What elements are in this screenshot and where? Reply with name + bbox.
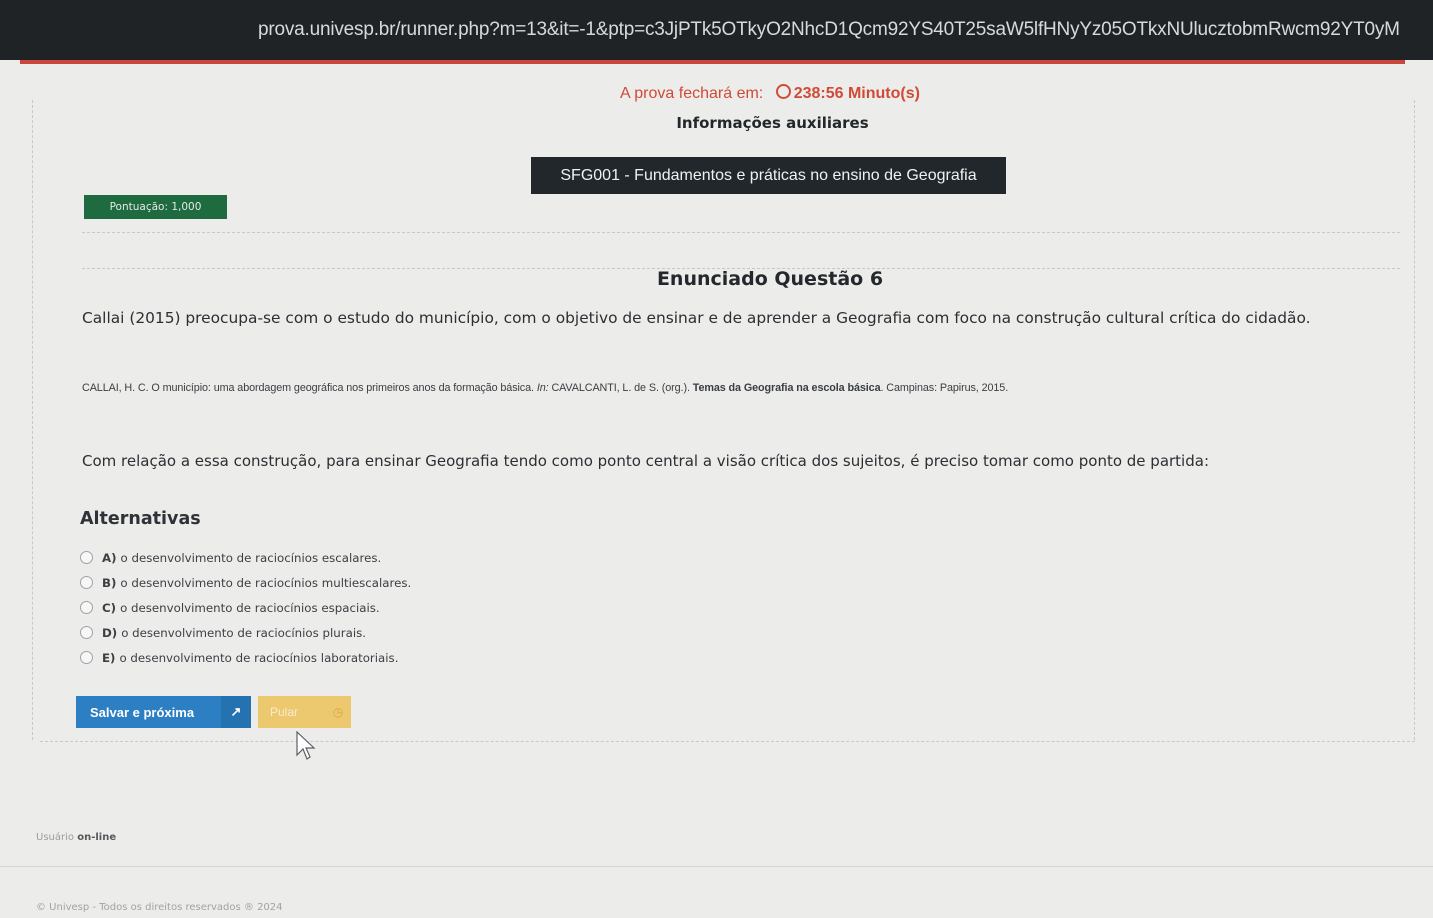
option-a[interactable]: A) o desenvolvimento de raciocínios esca… [80,545,411,570]
radio-button[interactable] [80,601,93,614]
reference-part-c: . Campinas: Papirus, 2015. [880,382,1009,394]
content-border-left [32,100,33,740]
option-letter: A) [102,550,117,565]
user-state: on-line [77,832,117,843]
option-c[interactable]: C) o desenvolvimento de raciocínios espa… [80,595,411,620]
option-d[interactable]: D) o desenvolvimento de raciocínios plur… [80,620,411,645]
header-accent-line [20,60,1405,64]
reference-part-a: CALLAI, H. C. O município: uma abordagem… [82,382,534,394]
exam-timer: A prova fechará em: 238:56 Minuto(s) [0,84,1433,103]
radio-button[interactable] [80,626,93,639]
save-next-button[interactable]: Salvar e próxima ↗ [76,696,251,728]
timer-label: A prova fechará em: [620,85,764,102]
content-border-bottom [40,741,1415,742]
option-text: o desenvolvimento de raciocínios espacia… [120,600,380,615]
url-text: prova.univesp.br/runner.php?m=13&it=-1&p… [258,19,1400,40]
skip-label: Pular [270,705,299,719]
course-title: SFG001 - Fundamentos e práticas no ensin… [531,157,1006,194]
timer-value-wrap: 238:56 Minuto(s) [775,84,920,102]
browser-address-bar[interactable]: prova.univesp.br/runner.php?m=13&it=-1&p… [0,0,1433,60]
radio-button[interactable] [80,576,93,589]
option-letter: B) [102,575,117,590]
question-title: Enunciado Questão 6 [656,268,884,290]
skip-button[interactable]: Pular ◷ [258,696,351,728]
score-badge: Pontuação: 1,000 [84,195,227,219]
arrow-icon: ↗ [221,696,251,728]
reference-book-title: Temas da Geografia na escola básica [692,382,881,394]
user-status: Usuário on-line [36,832,116,843]
footer-copyright: © Univesp - Todos os direitos reservados… [36,902,283,913]
option-text: o desenvolvimento de raciocínios multies… [120,575,412,590]
radio-button[interactable] [80,651,93,664]
reference-part-b: CAVALCANTI, L. de S. (org.). [551,382,690,394]
divider-top [82,232,1400,233]
clock-icon: ◷ [332,705,344,719]
option-b[interactable]: B) o desenvolvimento de raciocínios mult… [80,570,411,595]
save-next-label: Salvar e próxima [90,704,195,720]
user-label: Usuário [36,832,75,843]
option-letter: E) [102,650,116,665]
radio-button[interactable] [80,551,93,564]
question-stem: Callai (2015) preocupa-se com o estudo d… [82,309,1311,327]
question-prompt: Com relação a essa construção, para ensi… [82,452,1209,470]
alternatives-list: A) o desenvolvimento de raciocínios esca… [80,545,411,670]
timer-value: 238:56 Minuto(s) [793,85,920,102]
option-letter: D) [102,625,118,640]
option-text: o desenvolvimento de raciocínios escalar… [120,550,382,565]
content-border-right [1414,100,1415,740]
mouse-cursor-icon [296,731,316,760]
question-reference: CALLAI, H. C. O município: uma abordagem… [82,382,1412,394]
alternatives-title: Alternativas [80,509,201,529]
reference-in: In: [536,382,549,394]
option-e[interactable]: E) o desenvolvimento de raciocínios labo… [80,645,411,670]
clock-icon [775,84,791,99]
option-text: o desenvolvimento de raciocínios laborat… [119,650,399,665]
footer-divider [0,866,1433,867]
option-letter: C) [102,600,117,615]
aux-info-link[interactable]: Informações auxiliares [0,114,1433,132]
option-text: o desenvolvimento de raciocínios plurais… [121,625,367,640]
